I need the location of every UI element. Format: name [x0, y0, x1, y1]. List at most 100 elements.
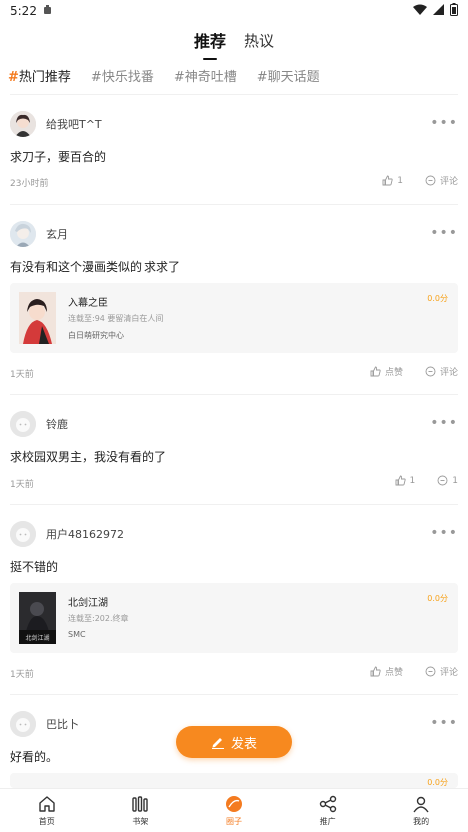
- post-time: 23小时前: [10, 179, 49, 189]
- nav-mine[interactable]: 我的: [374, 789, 468, 832]
- topic-magic-rant[interactable]: #神奇吐槽: [174, 66, 237, 85]
- book-title: 入幕之臣: [68, 298, 108, 309]
- notification-icon: [43, 4, 52, 18]
- comment-button[interactable]: 评论: [425, 365, 458, 378]
- avatar[interactable]: [10, 111, 36, 137]
- book-title: 北剑江湖: [68, 598, 108, 609]
- nav-bookshelf-label: 书架: [132, 817, 149, 826]
- nav-home[interactable]: 首页: [0, 789, 94, 832]
- book-card[interactable]: 入幕之臣 连载至:94 要留清白在人间 白日萌研究中心 0.0分: [10, 283, 458, 353]
- divider: [10, 504, 458, 505]
- circle-icon: [224, 794, 244, 814]
- nav-circle[interactable]: 圈子: [187, 789, 281, 832]
- more-icon[interactable]: •••: [430, 226, 458, 240]
- topic-chat[interactable]: #聊天话题: [257, 66, 320, 85]
- post-time: 1天前: [10, 670, 34, 680]
- post-text: 好看的。: [10, 750, 59, 764]
- nav-promote[interactable]: 推广: [281, 789, 375, 832]
- top-tabs: 推荐 热议: [0, 24, 468, 56]
- nav-bookshelf[interactable]: 书架: [94, 789, 188, 832]
- post-time: 1天前: [10, 480, 34, 490]
- like-button[interactable]: 1: [395, 475, 416, 486]
- comment-icon: [425, 666, 436, 677]
- topic-hot-label: 热门推荐: [18, 69, 71, 85]
- pencil-icon: [211, 738, 224, 749]
- more-icon[interactable]: •••: [430, 116, 458, 130]
- avatar[interactable]: [10, 711, 36, 737]
- avatar[interactable]: [10, 521, 36, 547]
- username[interactable]: 巴比卜: [46, 716, 79, 732]
- tab-hot-discussion[interactable]: 热议: [244, 30, 274, 51]
- post-item[interactable]: 铃鹿 ••• 求校园双男主，我没有看的了 1天前 1 1: [0, 410, 468, 500]
- username[interactable]: 用户48162972: [46, 526, 124, 542]
- publish-label: 发表: [230, 736, 257, 752]
- comment-icon: [437, 475, 448, 486]
- post-time: 1天前: [10, 370, 34, 380]
- battery-icon: [450, 3, 458, 19]
- comment-label: 评论: [439, 177, 458, 187]
- book-card[interactable]: 北剑江湖 北剑江湖 连载至:202.终章 SMC 0.0分: [10, 583, 458, 653]
- topic-filter-row: #热门推荐 #快乐找番 #神奇吐槽 #聊天话题: [0, 62, 468, 88]
- thumbs-up-icon: [382, 175, 393, 186]
- divider: [10, 94, 458, 95]
- book-card[interactable]: 0.0分: [10, 773, 458, 788]
- comment-label: 评论: [439, 368, 458, 378]
- post-actions: 1 1: [395, 475, 458, 486]
- book-score: 0.0分: [427, 294, 448, 303]
- avatar[interactable]: [10, 221, 36, 247]
- post-actions: 点赞 评论: [370, 665, 458, 678]
- post-header: 玄月: [10, 220, 68, 248]
- book-cover[interactable]: 北剑江湖: [19, 592, 56, 644]
- comment-button[interactable]: 评论: [425, 665, 458, 678]
- nav-mine-label: 我的: [413, 817, 430, 826]
- tab-recommend[interactable]: 推荐: [194, 28, 226, 52]
- post-header: 铃鹿: [10, 410, 68, 438]
- like-button[interactable]: 点赞: [370, 665, 403, 678]
- comment-button[interactable]: 评论: [425, 174, 458, 187]
- topic-happy-find[interactable]: #快乐找番: [91, 66, 154, 85]
- bookshelf-icon: [130, 794, 150, 814]
- comment-button[interactable]: 1: [437, 475, 458, 486]
- more-icon[interactable]: •••: [430, 716, 458, 730]
- book-progress: 连载至:94 要留清白在人间: [68, 314, 164, 323]
- comment-icon: [425, 366, 436, 377]
- wifi-icon: [413, 4, 427, 18]
- username[interactable]: 玄月: [46, 226, 68, 242]
- post-actions: 点赞 评论: [370, 365, 458, 378]
- book-progress: 连载至:202.终章: [68, 614, 129, 623]
- like-button[interactable]: 1: [382, 175, 403, 186]
- divider: [10, 394, 458, 395]
- avatar[interactable]: [10, 411, 36, 437]
- post-item[interactable]: 用户48162972 ••• 挺不错的 北剑江湖 北剑江湖 连载至:202.终章…: [0, 520, 468, 690]
- thumbs-up-icon: [370, 366, 381, 377]
- hash-icon: #: [8, 69, 19, 85]
- like-count: 1: [409, 475, 416, 486]
- thumbs-up-icon: [370, 666, 381, 677]
- status-bar: 5:22: [0, 0, 468, 22]
- topic-hot-recommend[interactable]: #热门推荐: [8, 66, 71, 85]
- username[interactable]: 给我吧T^T: [46, 116, 102, 132]
- status-time: 5:22: [10, 4, 37, 18]
- username[interactable]: 铃鹿: [46, 416, 68, 432]
- nav-promote-label: 推广: [319, 817, 336, 826]
- cover-title: 北剑江湖: [25, 634, 49, 642]
- comment-icon: [425, 175, 436, 186]
- book-score: 0.0分: [427, 778, 448, 787]
- signal-icon: [433, 4, 444, 18]
- post-header: 巴比卜: [10, 710, 79, 738]
- post-text: 求校园双男主，我没有看的了: [10, 450, 167, 464]
- comment-count: 1: [452, 475, 458, 486]
- divider: [10, 694, 458, 695]
- book-author: 白日萌研究中心: [68, 331, 124, 340]
- book-cover[interactable]: [19, 292, 56, 344]
- more-icon[interactable]: •••: [430, 416, 458, 430]
- publish-button[interactable]: 发表: [176, 726, 292, 758]
- like-label: 点赞: [384, 368, 403, 378]
- post-header: 用户48162972: [10, 520, 124, 548]
- book-score: 0.0分: [427, 594, 448, 603]
- post-item[interactable]: 给我吧T^T ••• 求刀子，要百合的 23小时前 1 评论: [0, 110, 468, 202]
- more-icon[interactable]: •••: [430, 526, 458, 540]
- post-item[interactable]: 玄月 ••• 有没有和这个漫画类似的 求求了 入幕之臣 连载至:94 要留清白在…: [0, 220, 468, 390]
- like-button[interactable]: 点赞: [370, 365, 403, 378]
- like-count: 1: [397, 175, 403, 186]
